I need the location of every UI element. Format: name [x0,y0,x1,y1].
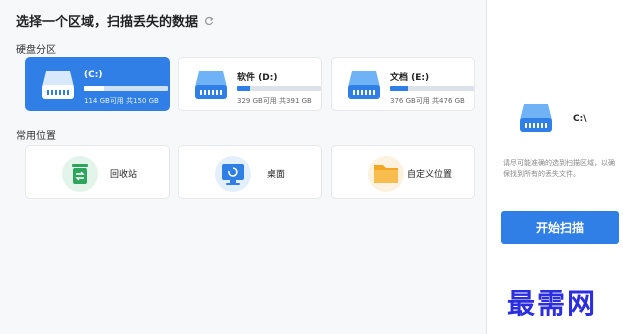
refresh-icon[interactable] [204,16,214,26]
hard-disk-icon [42,71,74,99]
title-row: 选择一个区域，扫描丢失的数据 [16,11,214,30]
hard-disk-icon [520,104,552,132]
location-label: 自定义位置 [407,170,453,180]
drive-card-d[interactable]: 软件 (D:) 329 GB可用 共391 GB [178,57,322,111]
drive-name: (C:) [84,70,103,80]
drive-size: 114 GB可用 共150 GB [84,97,159,105]
start-scan-button[interactable]: 开始扫描 [501,211,619,244]
usage-bar-fill [390,86,408,91]
common-locations-label: 常用位置 [16,131,56,142]
location-card-desktop[interactable]: 桌面 [178,145,322,199]
drive-size: 329 GB可用 共391 GB [237,97,312,105]
partitions-label: 硬盘分区 [16,45,56,56]
location-card-recycle-bin[interactable]: 回收站 [25,145,170,199]
scan-hint: 请尽可能准确的选到扫描区域，以确保找到所有的丢失文件。 [503,159,615,178]
location-label: 回收站 [110,170,138,180]
drive-name: 软件 (D:) [237,73,278,83]
scan-side-panel: C:\ 请尽可能准确的选到扫描区域，以确保找到所有的丢失文件。 开始扫描 最需网 [487,0,623,334]
selected-drive-label: C:\ [573,114,587,124]
folder-icon [368,156,404,192]
location-label: 桌面 [267,170,286,180]
drive-size: 376 GB可用 共476 GB [390,97,465,105]
usage-bar [84,86,168,91]
page-title: 选择一个区域，扫描丢失的数据 [16,15,199,30]
usage-bar [237,86,321,91]
location-card-custom[interactable]: 自定义位置 [331,145,475,199]
drive-name: 文档 (E:) [390,73,430,83]
drive-card-e[interactable]: 文档 (E:) 376 GB可用 共476 GB [331,57,475,111]
scan-area-panel: 选择一个区域，扫描丢失的数据 硬盘分区 (C:) 114 GB可用 共150 G… [0,0,487,334]
usage-bar-fill [84,86,105,91]
desktop-icon [215,156,251,192]
usage-bar-fill [237,86,251,91]
recycle-bin-icon [62,156,98,192]
usage-bar [390,86,474,91]
drive-card-c[interactable]: (C:) 114 GB可用 共150 GB [25,57,170,111]
watermark: 最需网 [507,287,598,320]
hard-disk-icon [195,71,227,99]
hard-disk-icon [348,71,380,99]
